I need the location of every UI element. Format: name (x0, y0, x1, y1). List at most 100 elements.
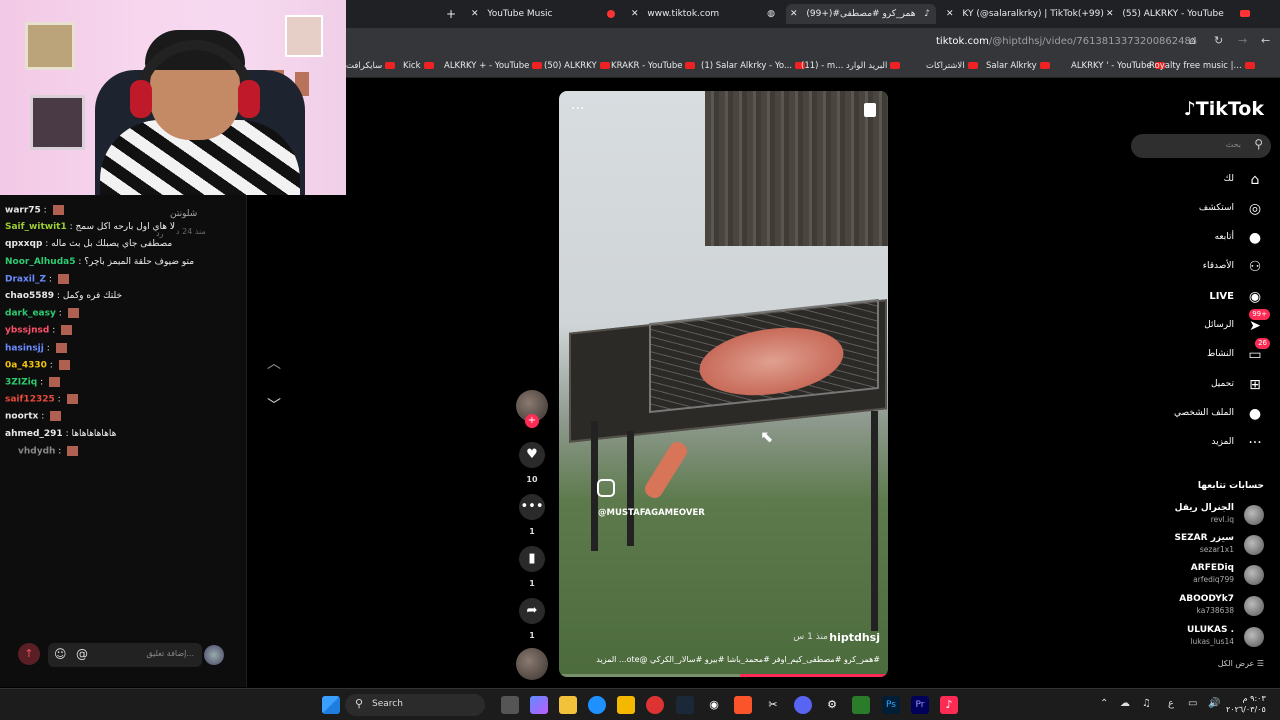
bookmark-item[interactable]: (50) ALKRKY (544, 61, 610, 71)
obs-icon[interactable]: ◉ (705, 696, 723, 714)
close-icon[interactable]: ✕ (631, 9, 639, 19)
nav-item[interactable]: الرسائل ➤ 99+ (1144, 309, 1270, 337)
chat-username[interactable]: hasinsjj (5, 343, 44, 353)
bookmark-button[interactable]: ▮ (519, 546, 545, 572)
app-icon[interactable] (852, 696, 870, 714)
bookmark-item[interactable]: Salar Alkrky (986, 61, 1050, 71)
mention-icon[interactable]: @ (76, 647, 88, 661)
tab-youtube-channel[interactable]: ✕ (55) ALKRKY - YouTube (1106, 4, 1256, 24)
tab-tiktok-video[interactable]: ✕ (99+)#همر_كرو #مصطفى ♪ (786, 4, 936, 24)
network-icon[interactable]: ▭ (1188, 698, 1197, 709)
chat-username[interactable]: qpxxqp (5, 239, 42, 249)
following-account[interactable]: الجنرال ريقل revl.iq (1124, 503, 1264, 529)
brave-icon[interactable] (734, 696, 752, 714)
tiktok-app-icon[interactable]: ♪ (940, 696, 958, 714)
chat-username[interactable]: dark_easy (5, 309, 56, 319)
windows-start-icon[interactable] (322, 696, 340, 714)
chat-username[interactable]: Noor_Alhuda5 (5, 257, 75, 267)
following-account[interactable]: ARFEDiq arfediq799 (1124, 563, 1264, 589)
tray-chevron-icon[interactable]: ⌃ (1100, 698, 1108, 709)
discord-icon[interactable] (794, 696, 812, 714)
bookmark-item[interactable]: سايكرافت (346, 61, 396, 71)
comment-reply[interactable]: رد (156, 229, 163, 238)
close-icon[interactable]: ✕ (790, 9, 798, 19)
bookmark-item[interactable]: Royalty free music |... (1149, 61, 1255, 71)
bookmark-item[interactable]: الاشتراكات (926, 61, 978, 71)
tab-tiktok-profile[interactable]: ✕ KY (@salaralkrky) | TikTok(+99) (946, 4, 1104, 24)
clock[interactable]: ٩:٠٣ م ٢٠٢٦/٠٣/٠٥ (1226, 693, 1266, 715)
nav-item[interactable]: المزيد ··· (1144, 434, 1264, 454)
following-account[interactable]: ABOODYk7 ka738638 (1124, 594, 1264, 620)
bookmark-item[interactable]: (1) Salar Alkrky - Yo... (701, 61, 806, 71)
chat-username[interactable]: Draxil_Z (5, 274, 46, 284)
search-input[interactable]: بحث ⚲ (1131, 134, 1271, 158)
steam-icon[interactable] (676, 696, 694, 714)
tiktok-logo[interactable]: ♪TikTok (1184, 98, 1264, 120)
bookmark-item[interactable]: KRAKR - YouTube (611, 61, 696, 71)
search-icon[interactable]: ⚲ (1254, 137, 1263, 151)
language-icon[interactable]: ع (1168, 698, 1174, 709)
chat-username[interactable]: saif12325 (5, 395, 55, 405)
see-all-link[interactable]: عرض الكل ☰ (1218, 659, 1264, 668)
mic-icon[interactable]: ♫ (1142, 698, 1151, 709)
chat-username[interactable]: 0a_4330 (5, 360, 47, 370)
close-icon[interactable]: ✕ (1106, 9, 1114, 19)
taskbar-search[interactable]: ⚲ Search (345, 694, 485, 716)
chat-username[interactable]: 3ZIZiq (5, 378, 37, 388)
like-button[interactable]: ♥ (519, 442, 545, 468)
chat-username[interactable]: noortx (5, 412, 38, 422)
chat-username[interactable]: chao5589 (5, 291, 54, 301)
chat-username[interactable]: ahmed_291 (5, 429, 63, 439)
volume-icon[interactable]: 🔊 (1208, 698, 1220, 709)
chat-username[interactable]: ybssjnsd (5, 326, 49, 336)
close-icon[interactable]: ✕ (471, 9, 479, 19)
video-player[interactable]: @MUSTAFAGAMEOVER ··· hiptdhsj منذ 1 س #ه… (559, 91, 888, 677)
bookmark-item[interactable]: ALKRKY + - YouTube (444, 61, 543, 71)
cloud-icon[interactable]: ☁ (1120, 698, 1130, 709)
share-button[interactable]: ➦ (519, 598, 545, 624)
capcut-icon[interactable]: ✂ (764, 696, 782, 714)
task-view-icon[interactable] (501, 696, 519, 714)
nav-item[interactable]: الأصدقاء ⚇ (1144, 258, 1264, 278)
tab-tiktok-home[interactable]: ✕ www.tiktok.com ◍ (631, 4, 781, 24)
video-author[interactable]: hiptdhsj (829, 631, 880, 644)
forward-icon[interactable]: → (1238, 34, 1247, 47)
settings-icon[interactable]: ⚙ (823, 696, 841, 714)
copilot-icon[interactable] (530, 696, 548, 714)
following-account[interactable]: ULUKAS . lukas_lus14 (1124, 625, 1264, 651)
premiere-icon[interactable]: Pr (911, 696, 929, 714)
nav-item[interactable]: استكشف ◎ (1144, 200, 1264, 220)
comment-input[interactable]: ☺ @ إضافة تعليق... (48, 643, 202, 667)
comment-button[interactable]: ••• (519, 494, 545, 520)
address-bar[interactable]: tiktok.com/@hiptdhsj/video/7613813373200… (346, 28, 1280, 56)
post-comment-button[interactable]: ↑ (18, 643, 40, 665)
follow-plus-icon[interactable]: + (525, 414, 539, 428)
video-progress[interactable] (559, 674, 888, 677)
chat-username[interactable]: vhdydh (18, 446, 55, 456)
back-icon[interactable]: ← (1261, 34, 1270, 47)
nav-item[interactable]: تحميل ⊞ (1144, 376, 1264, 396)
nav-item[interactable]: LIVE ◉ (1144, 288, 1264, 308)
new-tab-button[interactable]: + (446, 4, 456, 24)
chrome-icon[interactable] (646, 696, 664, 714)
chat-username[interactable]: Saif_witwit1 (5, 222, 67, 232)
edge-icon[interactable] (588, 696, 606, 714)
home-icon[interactable]: ⌂ (1189, 34, 1196, 47)
close-icon[interactable]: ✕ (946, 9, 954, 19)
nav-item[interactable]: لك ⌂ (1144, 171, 1264, 191)
music-disc[interactable] (516, 648, 548, 680)
next-video-button[interactable]: ﹀ (260, 392, 288, 420)
sound-icon[interactable] (864, 103, 876, 117)
store-icon[interactable] (617, 696, 635, 714)
nav-item[interactable]: الملف الشخصي ● (1144, 405, 1264, 425)
bookmark-item[interactable]: (11) - m... البريد الوارد (801, 61, 901, 71)
nav-item[interactable]: النشاط ▭ 26 (1144, 338, 1270, 366)
photoshop-icon[interactable]: Ps (882, 696, 900, 714)
video-caption[interactable]: #همر_كرو #مصطفى_كيم_اوفر #محمد_باشا #بير… (569, 655, 880, 664)
reload-icon[interactable]: ↻ (1214, 34, 1223, 47)
nav-item[interactable]: أتابعه ● (1144, 229, 1264, 249)
tab-youtube-music[interactable]: ✕ YouTube Music (471, 4, 621, 24)
chat-username[interactable]: warr75 (5, 206, 41, 216)
previous-video-button[interactable]: ︿ (260, 350, 288, 378)
following-account[interactable]: SEZAR سيزر sezar1x1 (1124, 533, 1264, 559)
